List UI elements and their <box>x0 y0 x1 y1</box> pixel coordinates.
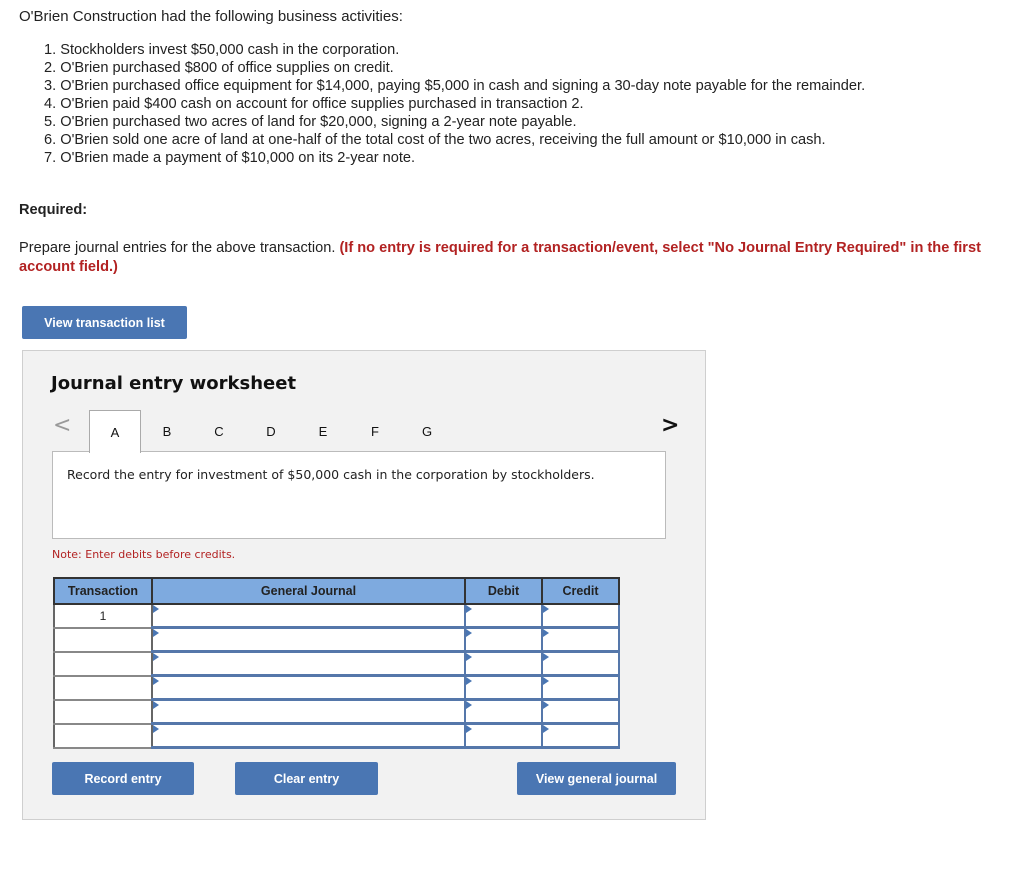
cell-marker-icon <box>466 725 472 733</box>
credit-input[interactable] <box>541 723 620 749</box>
cell-marker-icon <box>466 701 472 709</box>
journal-row <box>53 627 620 653</box>
activity-item: 3. O'Brien purchased office equipment fo… <box>44 78 866 94</box>
transaction-number-cell <box>53 699 153 725</box>
tab-a[interactable]: A <box>89 410 141 453</box>
required-label: Required: <box>19 202 88 218</box>
cell-marker-icon <box>153 653 159 661</box>
cell-marker-icon <box>543 653 549 661</box>
journal-row <box>53 675 620 701</box>
account-input[interactable] <box>151 603 466 629</box>
cell-marker-icon <box>543 629 549 637</box>
tab-f[interactable]: F <box>349 410 401 452</box>
credit-input[interactable] <box>541 603 620 629</box>
cell-marker-icon <box>466 629 472 637</box>
activity-item: 6. O'Brien sold one acre of land at one-… <box>44 132 826 148</box>
account-input[interactable] <box>151 699 466 725</box>
journal-table: Transaction General Journal Debit Credit… <box>53 577 620 749</box>
journal-entry-worksheet: Journal entry worksheet < A B C D E F G … <box>22 350 706 820</box>
debit-input[interactable] <box>464 723 543 749</box>
journal-header-row: Transaction General Journal Debit Credit <box>53 577 620 605</box>
cell-marker-icon <box>153 725 159 733</box>
credit-input[interactable] <box>541 627 620 653</box>
header-general-journal: General Journal <box>151 577 466 605</box>
tab-g[interactable]: G <box>401 410 453 452</box>
view-general-journal-button[interactable]: View general journal <box>517 762 676 795</box>
debit-input[interactable] <box>464 675 543 701</box>
header-transaction: Transaction <box>53 577 153 605</box>
problem-intro: O'Brien Construction had the following b… <box>19 8 403 25</box>
credit-input[interactable] <box>541 675 620 701</box>
activity-item: 1. Stockholders invest $50,000 cash in t… <box>44 42 400 58</box>
transaction-number-cell <box>53 651 153 677</box>
activity-item: 4. O'Brien paid $400 cash on account for… <box>44 96 584 112</box>
activities-list: 1. Stockholders invest $50,000 cash in t… <box>44 41 865 167</box>
entry-prompt: Record the entry for investment of $50,0… <box>52 451 666 539</box>
transaction-number-cell: 1 <box>53 603 153 629</box>
tab-e[interactable]: E <box>297 410 349 452</box>
activity-item: 2. O'Brien purchased $800 of office supp… <box>44 60 394 76</box>
chevron-left-icon[interactable]: < <box>53 413 71 438</box>
cell-marker-icon <box>153 629 159 637</box>
tab-d[interactable]: D <box>245 410 297 452</box>
cell-marker-icon <box>466 605 472 613</box>
journal-row: 1 <box>53 603 620 629</box>
transaction-number-cell <box>53 723 153 749</box>
tab-b[interactable]: B <box>141 410 193 452</box>
cell-marker-icon <box>543 701 549 709</box>
cell-marker-icon <box>543 725 549 733</box>
worksheet-tabs: A B C D E F G <box>89 410 453 453</box>
account-input[interactable] <box>151 675 466 701</box>
header-debit: Debit <box>464 577 543 605</box>
activity-item: 5. O'Brien purchased two acres of land f… <box>44 114 577 130</box>
journal-row <box>53 699 620 725</box>
instruction-text: Prepare journal entries for the above tr… <box>19 240 340 256</box>
cell-marker-icon <box>153 701 159 709</box>
transaction-number-cell <box>53 675 153 701</box>
credit-input[interactable] <box>541 651 620 677</box>
tab-c[interactable]: C <box>193 410 245 452</box>
chevron-right-icon[interactable]: > <box>661 413 679 438</box>
cell-marker-icon <box>466 677 472 685</box>
worksheet-title: Journal entry worksheet <box>51 373 297 394</box>
cell-marker-icon <box>153 605 159 613</box>
account-input[interactable] <box>151 651 466 677</box>
transaction-number-cell <box>53 627 153 653</box>
cell-marker-icon <box>543 677 549 685</box>
journal-row <box>53 651 620 677</box>
cell-marker-icon <box>543 605 549 613</box>
activity-item: 7. O'Brien made a payment of $10,000 on … <box>44 150 416 166</box>
credit-input[interactable] <box>541 699 620 725</box>
cell-marker-icon <box>466 653 472 661</box>
account-input[interactable] <box>151 627 466 653</box>
account-input[interactable] <box>151 723 466 749</box>
record-entry-button[interactable]: Record entry <box>52 762 194 795</box>
debit-input[interactable] <box>464 651 543 677</box>
clear-entry-button[interactable]: Clear entry <box>235 762 378 795</box>
cell-marker-icon <box>153 677 159 685</box>
header-credit: Credit <box>541 577 620 605</box>
view-transaction-list-button[interactable]: View transaction list <box>22 306 187 339</box>
instructions: Prepare journal entries for the above tr… <box>19 239 1009 277</box>
debit-input[interactable] <box>464 603 543 629</box>
debit-input[interactable] <box>464 699 543 725</box>
debit-input[interactable] <box>464 627 543 653</box>
journal-row <box>53 723 620 749</box>
debits-note: Note: Enter debits before credits. <box>52 548 236 561</box>
